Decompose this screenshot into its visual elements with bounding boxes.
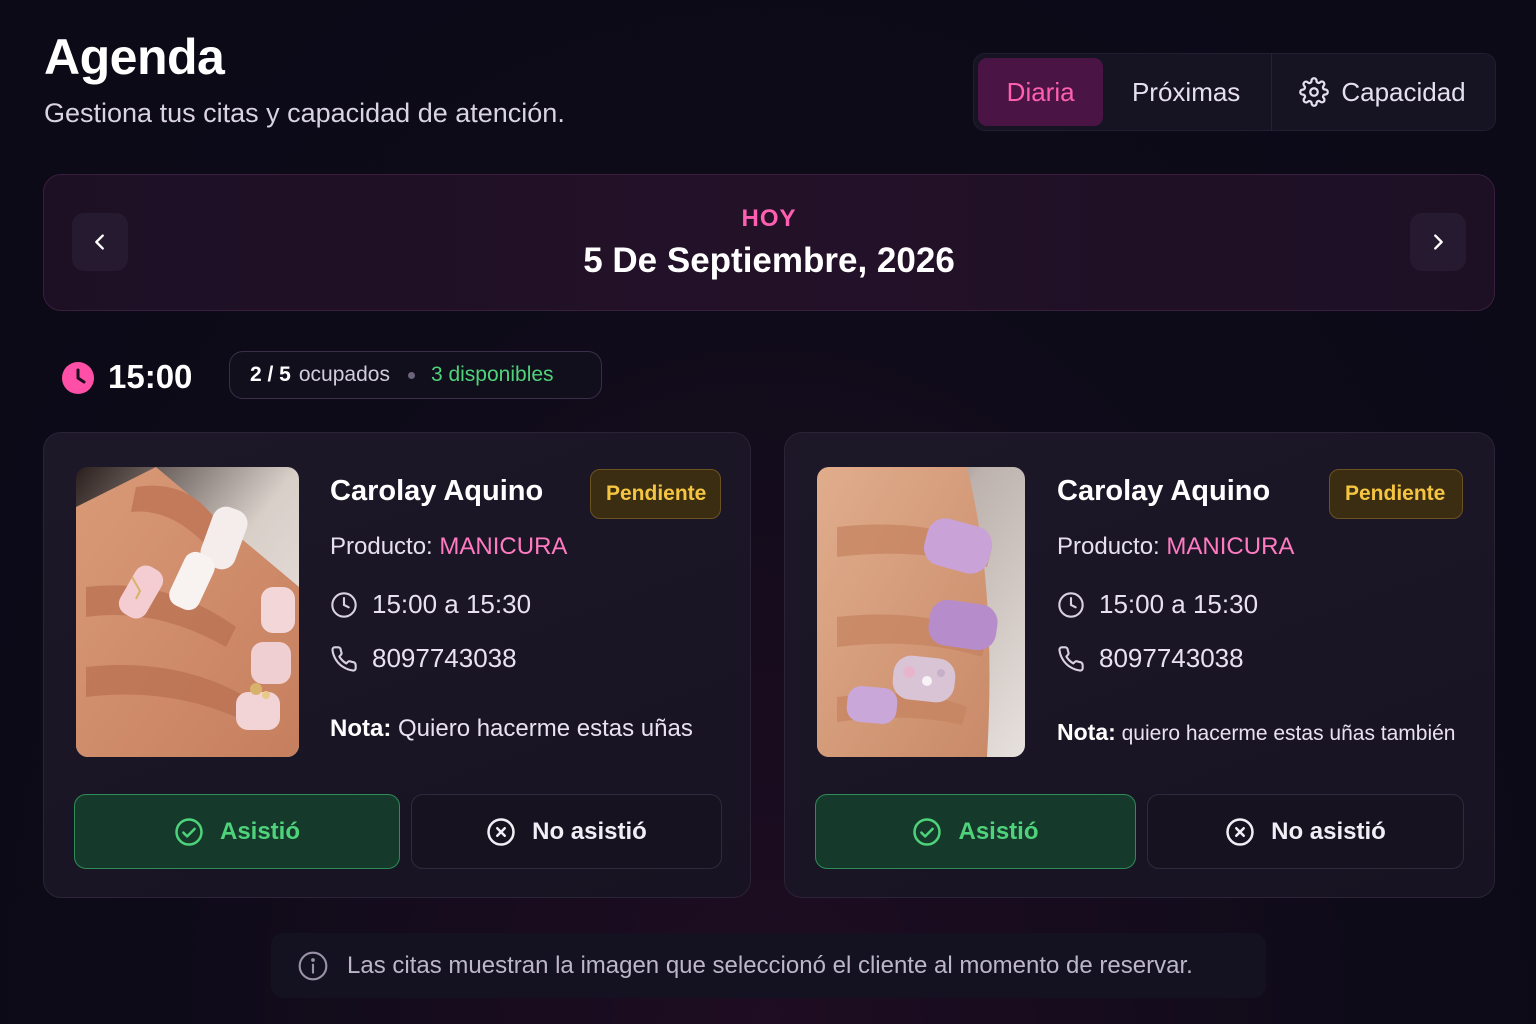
- occupied-label: ocupados: [298, 363, 390, 386]
- info-banner: Las citas muestran la imagen que selecci…: [271, 933, 1266, 998]
- date-label: HOY: [741, 205, 797, 232]
- next-day-button[interactable]: [1410, 213, 1466, 271]
- nail-design-image: [817, 467, 1025, 757]
- phone-icon: [1058, 645, 1084, 672]
- appointment-card: Carolay Aquino Pendiente Producto: MANIC…: [43, 432, 751, 898]
- time-row: 15:00 a 15:30: [1057, 589, 1258, 620]
- attended-button[interactable]: Asistió: [74, 794, 400, 869]
- info-text: Las citas muestran la imagen que selecci…: [347, 951, 1193, 979]
- client-name: Carolay Aquino: [330, 475, 544, 507]
- attended-button[interactable]: Asistió: [815, 794, 1136, 869]
- tab-proximas[interactable]: Próximas: [1103, 58, 1269, 126]
- note-text: quiero hacerme estas uñas también: [1121, 722, 1456, 745]
- clock-icon: [62, 362, 94, 394]
- tab-capacidad[interactable]: Capacidad: [1274, 58, 1491, 126]
- page-subtitle: Gestiona tus citas y capacidad de atenci…: [44, 98, 565, 128]
- page-title: Agenda: [44, 29, 225, 85]
- view-tabs: Diaria Próximas Capacidad: [973, 53, 1496, 131]
- clock-icon: [1058, 591, 1084, 618]
- not-attended-button[interactable]: No asistió: [411, 794, 722, 869]
- time-row: 15:00 a 15:30: [330, 589, 531, 620]
- client-note: Nota: Quiero hacerme estas uñas: [330, 715, 693, 743]
- status-badge: Pendiente: [1329, 469, 1463, 519]
- phone-number: 8097743038: [1099, 643, 1244, 673]
- note-label: Nota:: [1057, 719, 1116, 745]
- gear-icon: [1299, 77, 1330, 107]
- check-circle-icon: [913, 817, 942, 846]
- slot-time: 15:00: [108, 358, 193, 395]
- x-circle-icon: [1226, 817, 1254, 846]
- occupied-count: 2 / 5: [250, 363, 291, 386]
- check-circle-icon: [175, 817, 203, 846]
- nail-design-image: [76, 467, 299, 757]
- client-note: Nota: quiero hacerme estas uñas también: [1057, 719, 1455, 746]
- product-value: MANICURA: [1166, 533, 1295, 560]
- status-badge: Pendiente: [590, 469, 721, 519]
- current-date: 5 De Septiembre, 2026: [583, 241, 955, 280]
- phone-icon: [331, 645, 357, 672]
- available-count: 3 disponibles: [430, 363, 554, 386]
- phone-number: 8097743038: [372, 643, 517, 673]
- note-label: Nota:: [330, 715, 392, 742]
- attended-label: Asistió: [219, 817, 300, 845]
- agenda-page: Agenda Gestiona tus citas y capacidad de…: [0, 0, 1536, 1024]
- x-circle-icon: [487, 817, 515, 846]
- client-name: Carolay Aquino: [1057, 475, 1271, 507]
- info-icon: [298, 951, 328, 980]
- attended-label: Asistió: [958, 817, 1039, 845]
- not-attended-button[interactable]: No asistió: [1147, 794, 1464, 869]
- date-navigator: HOY 5 De Septiembre, 2026: [43, 174, 1495, 311]
- clock-icon: [331, 591, 357, 618]
- appointment-card: Carolay Aquino Pendiente Producto: MANIC…: [784, 432, 1495, 898]
- time-range: 15:00 a 15:30: [1099, 589, 1259, 619]
- chevron-right-icon: [1434, 234, 1443, 250]
- tab-divider: [1271, 53, 1272, 131]
- product-info: Producto: MANICURA: [1057, 533, 1294, 561]
- product-label: Producto:: [1057, 533, 1160, 560]
- not-attended-label: No asistió: [532, 817, 647, 845]
- product-value: MANICURA: [439, 533, 568, 560]
- time-range: 15:00 a 15:30: [372, 589, 532, 619]
- tab-diaria[interactable]: Diaria: [978, 58, 1104, 126]
- phone-row: 8097743038: [1057, 643, 1244, 674]
- separator-dot: [407, 371, 415, 379]
- tab-capacidad-label: Capacidad: [1341, 76, 1466, 107]
- product-label: Producto:: [330, 533, 433, 560]
- capacity-pill: 2 / 5 ocupados 3 disponibles: [229, 351, 602, 399]
- product-info: Producto: MANICURA: [330, 533, 567, 561]
- note-text: Quiero hacerme estas uñas: [398, 715, 693, 742]
- not-attended-label: No asistió: [1271, 817, 1386, 845]
- phone-row: 8097743038: [330, 643, 517, 674]
